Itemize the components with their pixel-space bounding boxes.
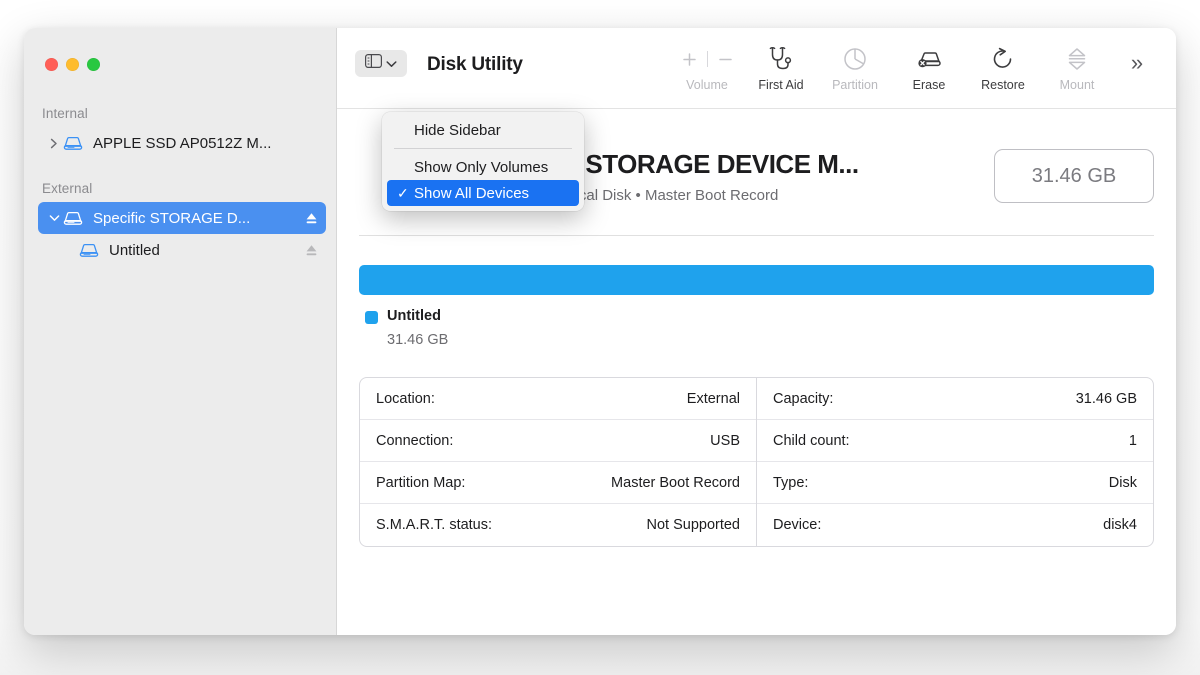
toolbar-actions: Volume First Aid Partition Erase Restore Moun… bbox=[670, 40, 1160, 92]
info-row: Partition Map: Master Boot Record bbox=[360, 462, 756, 504]
internal-drive-icon bbox=[62, 134, 84, 152]
minimize-button[interactable] bbox=[66, 58, 79, 71]
mount-icon bbox=[1066, 45, 1088, 73]
window-controls bbox=[45, 58, 100, 71]
desktop-background: Internal APPLE SSD AP0512Z M... External Sp… bbox=[0, 0, 1200, 675]
sidebar-device-list: Internal APPLE SSD AP0512Z M... External Sp… bbox=[24, 106, 336, 266]
legend-color-swatch bbox=[365, 311, 378, 324]
menu-item-hide-sidebar[interactable]: Hide Sidebar bbox=[387, 117, 579, 143]
capacity-legend: Untitled 31.46 GB bbox=[359, 308, 1154, 348]
toolbar-button-label: First Aid bbox=[758, 78, 803, 92]
info-value: External bbox=[687, 391, 740, 407]
page-title: Disk Utility bbox=[427, 54, 523, 76]
device-info-table: Location: External Connection: USB Partition… bbox=[359, 377, 1154, 547]
sidebar-item-label: Specific STORAGE D... bbox=[93, 210, 305, 227]
legend-volume-size: 31.46 GB bbox=[387, 332, 448, 348]
info-value: Disk bbox=[1109, 475, 1137, 491]
toolbar: Disk Utility Volume First Aid Partition Era… bbox=[337, 28, 1176, 109]
menu-item-show-all-devices[interactable]: ✓Show All Devices bbox=[387, 180, 579, 206]
toolbar-overflow-button[interactable]: » bbox=[1114, 40, 1160, 74]
info-value: 1 bbox=[1129, 433, 1137, 449]
toolbar-button-mount[interactable]: Mount bbox=[1040, 40, 1114, 92]
legend-volume-name: Untitled bbox=[387, 308, 448, 324]
info-key: Connection: bbox=[376, 433, 453, 449]
chevron-down-icon bbox=[386, 55, 397, 73]
sidebar-section-label-internal: Internal bbox=[24, 106, 336, 121]
toolbar-button-label: Restore bbox=[981, 78, 1025, 92]
capacity-bar-segment bbox=[359, 265, 1154, 295]
usage-section: Untitled 31.46 GB bbox=[359, 236, 1154, 348]
menu-item-label: Show Only Volumes bbox=[414, 159, 548, 176]
restore-icon bbox=[991, 45, 1015, 73]
info-value: 31.46 GB bbox=[1076, 391, 1137, 407]
info-key: Device: bbox=[773, 517, 821, 533]
info-row: Connection: USB bbox=[360, 420, 756, 462]
info-column-right: Capacity: 31.46 GB Child count: 1 Type: Disk D… bbox=[757, 378, 1153, 546]
toolbar-button-erase[interactable]: Erase bbox=[892, 40, 966, 92]
toolbar-button-label: Erase bbox=[913, 78, 946, 92]
menu-item-show-only-volumes[interactable]: Show Only Volumes bbox=[387, 154, 579, 180]
menu-item-label: Show All Devices bbox=[414, 185, 529, 202]
eject-icon[interactable] bbox=[305, 211, 318, 226]
toolbar-button-partition[interactable]: Partition bbox=[818, 40, 892, 92]
toolbar-button-label: Mount bbox=[1060, 78, 1095, 92]
info-row: Type: Disk bbox=[757, 462, 1153, 504]
plus-minus-icon bbox=[682, 45, 733, 73]
menu-item-label: Hide Sidebar bbox=[414, 122, 501, 139]
info-row: S.M.A.R.T. status: Not Supported bbox=[360, 504, 756, 546]
erase-drive-icon bbox=[915, 45, 943, 73]
sidebar-item[interactable]: APPLE SSD AP0512Z M... bbox=[38, 127, 326, 159]
disk-utility-window: Internal APPLE SSD AP0512Z M... External Sp… bbox=[24, 28, 1176, 635]
sidebar-item[interactable]: Specific STORAGE D... bbox=[38, 202, 326, 234]
external-drive-icon bbox=[62, 209, 84, 227]
sidebar-toggle-button[interactable] bbox=[355, 50, 407, 77]
close-button[interactable] bbox=[45, 58, 58, 71]
sidebar-view-menu[interactable]: Hide SidebarShow Only Volumes✓Show All D… bbox=[382, 112, 584, 211]
info-key: Child count: bbox=[773, 433, 850, 449]
info-row: Device: disk4 bbox=[757, 504, 1153, 546]
eject-icon[interactable] bbox=[305, 243, 318, 258]
info-key: Type: bbox=[773, 475, 808, 491]
toolbar-button-label: Partition bbox=[832, 78, 878, 92]
stethoscope-icon bbox=[767, 45, 795, 73]
info-column-left: Location: External Connection: USB Partition… bbox=[360, 378, 757, 546]
pie-chart-icon bbox=[843, 45, 867, 73]
chevron-down-icon[interactable] bbox=[46, 214, 62, 222]
menu-separator bbox=[394, 148, 572, 149]
checkmark-icon: ✓ bbox=[397, 185, 414, 202]
info-key: Capacity: bbox=[773, 391, 833, 407]
sidebar-item-label: APPLE SSD AP0512Z M... bbox=[93, 135, 318, 152]
toolbar-button-label: Volume bbox=[686, 78, 728, 92]
toolbar-button-volume[interactable]: Volume bbox=[670, 40, 744, 92]
zoom-button[interactable] bbox=[87, 58, 100, 71]
info-value: disk4 bbox=[1103, 517, 1137, 533]
info-key: Partition Map: bbox=[376, 475, 465, 491]
capacity-badge: 31.46 GB bbox=[994, 149, 1154, 203]
sidebar-item-label: Untitled bbox=[109, 242, 305, 259]
sidebar-item[interactable]: Untitled bbox=[38, 234, 326, 266]
volume-icon bbox=[78, 241, 100, 259]
info-row: Location: External bbox=[360, 378, 756, 420]
info-row: Capacity: 31.46 GB bbox=[757, 378, 1153, 420]
info-value: Master Boot Record bbox=[611, 475, 740, 491]
sidebar-section-gap bbox=[24, 159, 336, 181]
sidebar-section-label-external: External bbox=[24, 181, 336, 196]
toolbar-button-first-aid[interactable]: First Aid bbox=[744, 40, 818, 92]
info-row: Child count: 1 bbox=[757, 420, 1153, 462]
info-value: Not Supported bbox=[646, 517, 740, 533]
sidebar-icon bbox=[365, 54, 382, 73]
sidebar: Internal APPLE SSD AP0512Z M... External Sp… bbox=[24, 28, 337, 635]
info-value: USB bbox=[710, 433, 740, 449]
info-key: S.M.A.R.T. status: bbox=[376, 517, 492, 533]
info-key: Location: bbox=[376, 391, 435, 407]
chevron-right-icon[interactable] bbox=[46, 138, 62, 149]
capacity-bar bbox=[359, 265, 1154, 295]
toolbar-button-restore[interactable]: Restore bbox=[966, 40, 1040, 92]
